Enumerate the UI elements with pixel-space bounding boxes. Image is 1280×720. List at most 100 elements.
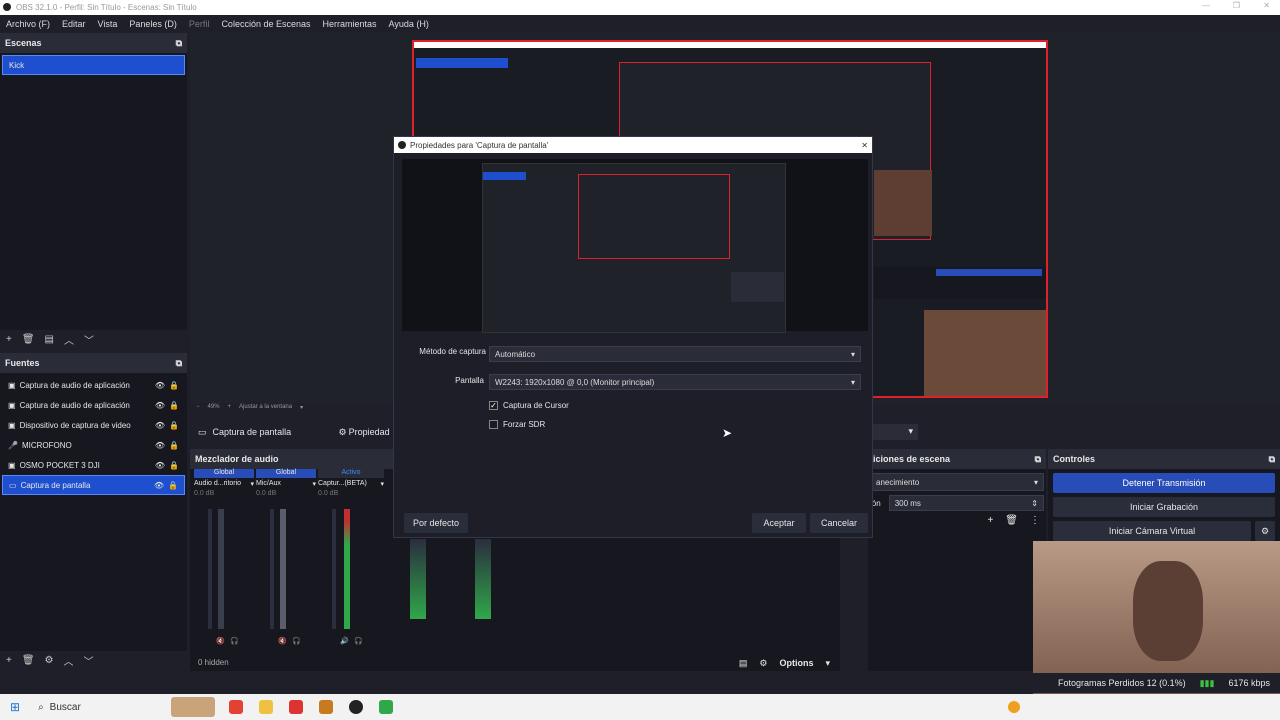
gear-icon[interactable]: ⚙ [1255, 521, 1275, 541]
windows-start-icon[interactable]: ⊞ [10, 700, 20, 714]
menu-vista[interactable]: Vista [92, 19, 124, 29]
source-item[interactable]: ▣ OSMO POCKET 3 DJI 👁 🔒 [2, 455, 185, 475]
float-icon[interactable]: ⧉ [176, 38, 182, 49]
app-icon[interactable] [318, 700, 333, 714]
volume-slider[interactable] [208, 509, 212, 629]
arrow-up-icon[interactable]: ︿ [64, 653, 74, 668]
zoom-in-icon[interactable]: + [228, 404, 232, 414]
trash-icon[interactable]: 🗑 [1005, 515, 1018, 526]
add-icon[interactable]: + [6, 655, 12, 666]
menu-archivo[interactable]: Archivo (F) [0, 19, 56, 29]
source-item[interactable]: ▭ Captura de pantalla 👁 🔒 [2, 475, 185, 495]
lock-icon[interactable]: 🔒 [169, 461, 179, 470]
chrome-profile-icon[interactable] [288, 700, 303, 714]
channel-name-select[interactable]: Audio d...ritorio ▾ [194, 480, 254, 488]
gear-icon[interactable]: ⚙ [759, 658, 767, 669]
minimize-icon[interactable]: — [1202, 1, 1210, 10]
nested-capture [578, 174, 730, 259]
more-icon[interactable]: ⋮ [1030, 515, 1040, 526]
transition-select-partial[interactable]: ▾ [873, 424, 918, 440]
preview-toolbar: − 49% + Ajustar a la ventana ▾ [196, 404, 396, 414]
arrow-down-icon[interactable]: ﹀ [84, 332, 94, 347]
stop-stream-button[interactable]: Detener Transmisión [1053, 473, 1275, 493]
properties-button[interactable]: ⚙ Propiedad [339, 427, 390, 438]
float-icon[interactable]: ⧉ [1035, 454, 1041, 465]
headphones-icon[interactable]: 🎧 [292, 637, 301, 645]
taskbar-search[interactable]: ⌕ Buscar [38, 702, 81, 713]
default-button[interactable]: Por defecto [404, 513, 468, 533]
arrow-up-icon[interactable]: ︿ [64, 332, 74, 347]
filter-icon[interactable]: ▤ [45, 334, 54, 345]
lock-icon[interactable]: 🔒 [169, 381, 179, 390]
source-item[interactable]: ▣ Captura de audio de aplicación 👁 🔒 [2, 395, 185, 415]
channel-db: 0.0 dB [318, 490, 339, 497]
source-item[interactable]: 🎤 MICROFONO 👁 🔒 [2, 435, 185, 455]
dialog-preview [402, 159, 868, 333]
virtual-camera-button[interactable]: Iniciar Cámara Virtual [1053, 521, 1251, 541]
scenes-header: Escenas ⧉ [0, 33, 187, 53]
eye-icon[interactable]: 👁 [155, 401, 165, 410]
start-recording-button[interactable]: Iniciar Grabación [1053, 497, 1275, 517]
arrow-down-icon[interactable]: ﹀ [84, 653, 94, 668]
source-context-bar: ▭ Captura de pantalla ⚙ Propiedad [190, 420, 395, 444]
channel-name-select[interactable]: Mic/Aux ▾ [256, 480, 316, 488]
menu-herramientas[interactable]: Herramientas [317, 19, 383, 29]
maximize-icon[interactable]: ❐ [1233, 1, 1240, 10]
method-select[interactable]: Automático ▾ [489, 346, 861, 362]
notification-icon[interactable] [1008, 701, 1020, 713]
volume-slider[interactable] [332, 509, 336, 629]
eye-icon[interactable]: 👁 [155, 441, 165, 450]
menu-ayuda[interactable]: Ayuda (H) [383, 19, 435, 29]
transition-select[interactable]: anecimiento ▾ [870, 473, 1044, 491]
add-icon[interactable]: + [6, 334, 12, 345]
headphones-icon[interactable]: 🎧 [354, 637, 363, 645]
zoom-out-icon[interactable]: − [196, 404, 200, 414]
folder-icon[interactable] [258, 700, 273, 714]
source-item[interactable]: ▣ Captura de audio de aplicación 👁 🔒 [2, 375, 185, 395]
cursor-checkbox[interactable]: ✓ Captura de Cursor [489, 401, 569, 410]
menu-coleccion[interactable]: Colección de Escenas [215, 19, 316, 29]
trash-icon[interactable]: 🗑 [22, 334, 35, 345]
eye-icon[interactable]: 👁 [155, 421, 165, 430]
cancel-button[interactable]: Cancelar [810, 513, 868, 533]
screen-select[interactable]: W2243: 1920x1080 @ 0,0 (Monitor principa… [489, 374, 861, 390]
source-item[interactable]: ▣ Dispositivo de captura de video 👁 🔒 [2, 415, 185, 435]
widget-icon[interactable] [170, 697, 215, 717]
volume-slider[interactable] [270, 509, 274, 629]
options-button[interactable]: Options [779, 658, 813, 669]
menu-editar[interactable]: Editar [56, 19, 92, 29]
close-icon[interactable]: ✕ [861, 141, 868, 150]
mute-icon[interactable]: 🔇 [216, 637, 225, 645]
sdr-checkbox[interactable]: Forzar SDR [489, 420, 545, 429]
obs-taskbar-icon[interactable] [348, 700, 363, 714]
headphones-icon[interactable]: 🎧 [230, 637, 239, 645]
app2-icon[interactable] [378, 700, 393, 714]
eye-icon[interactable]: 👁 [155, 461, 165, 470]
close-window-icon[interactable]: ✕ [1263, 1, 1270, 10]
add-icon[interactable]: + [987, 515, 993, 526]
gear-icon[interactable]: ⚙ [45, 655, 54, 666]
speaker-icon[interactable]: 🔊 [340, 637, 349, 645]
lock-icon[interactable]: 🔒 [169, 401, 179, 410]
menu-paneles[interactable]: Paneles (D) [123, 19, 183, 29]
duration-input[interactable]: 300 ms ⇕ [888, 495, 1044, 511]
menu-perfil[interactable]: Perfil [183, 19, 216, 29]
channel-name-select[interactable]: Captur...(BETA) ▾ [318, 480, 384, 488]
lock-icon[interactable]: 🔒 [169, 441, 179, 450]
lock-icon[interactable]: 🔒 [169, 421, 179, 430]
lock-icon[interactable]: 🔒 [168, 481, 178, 490]
scene-item[interactable]: Kick [2, 55, 185, 75]
layout-icon[interactable]: ▤ [739, 658, 748, 669]
float-icon[interactable]: ⧉ [1269, 454, 1275, 465]
chrome-icon[interactable] [228, 700, 243, 714]
fit-select[interactable]: Ajustar a la ventana [239, 404, 292, 414]
eye-icon[interactable]: 👁 [155, 381, 165, 390]
eye-icon[interactable]: 👁 [154, 481, 164, 490]
float-icon[interactable]: ⧉ [176, 358, 182, 369]
chevron-down-icon[interactable]: ▾ [300, 404, 303, 414]
trash-icon[interactable]: 🗑 [22, 655, 35, 666]
accept-button[interactable]: Aceptar [752, 513, 806, 533]
mute-icon[interactable]: 🔇 [278, 637, 287, 645]
preview-controls-mini [874, 267, 1046, 299]
chevron-down-icon: ▾ [250, 481, 254, 488]
